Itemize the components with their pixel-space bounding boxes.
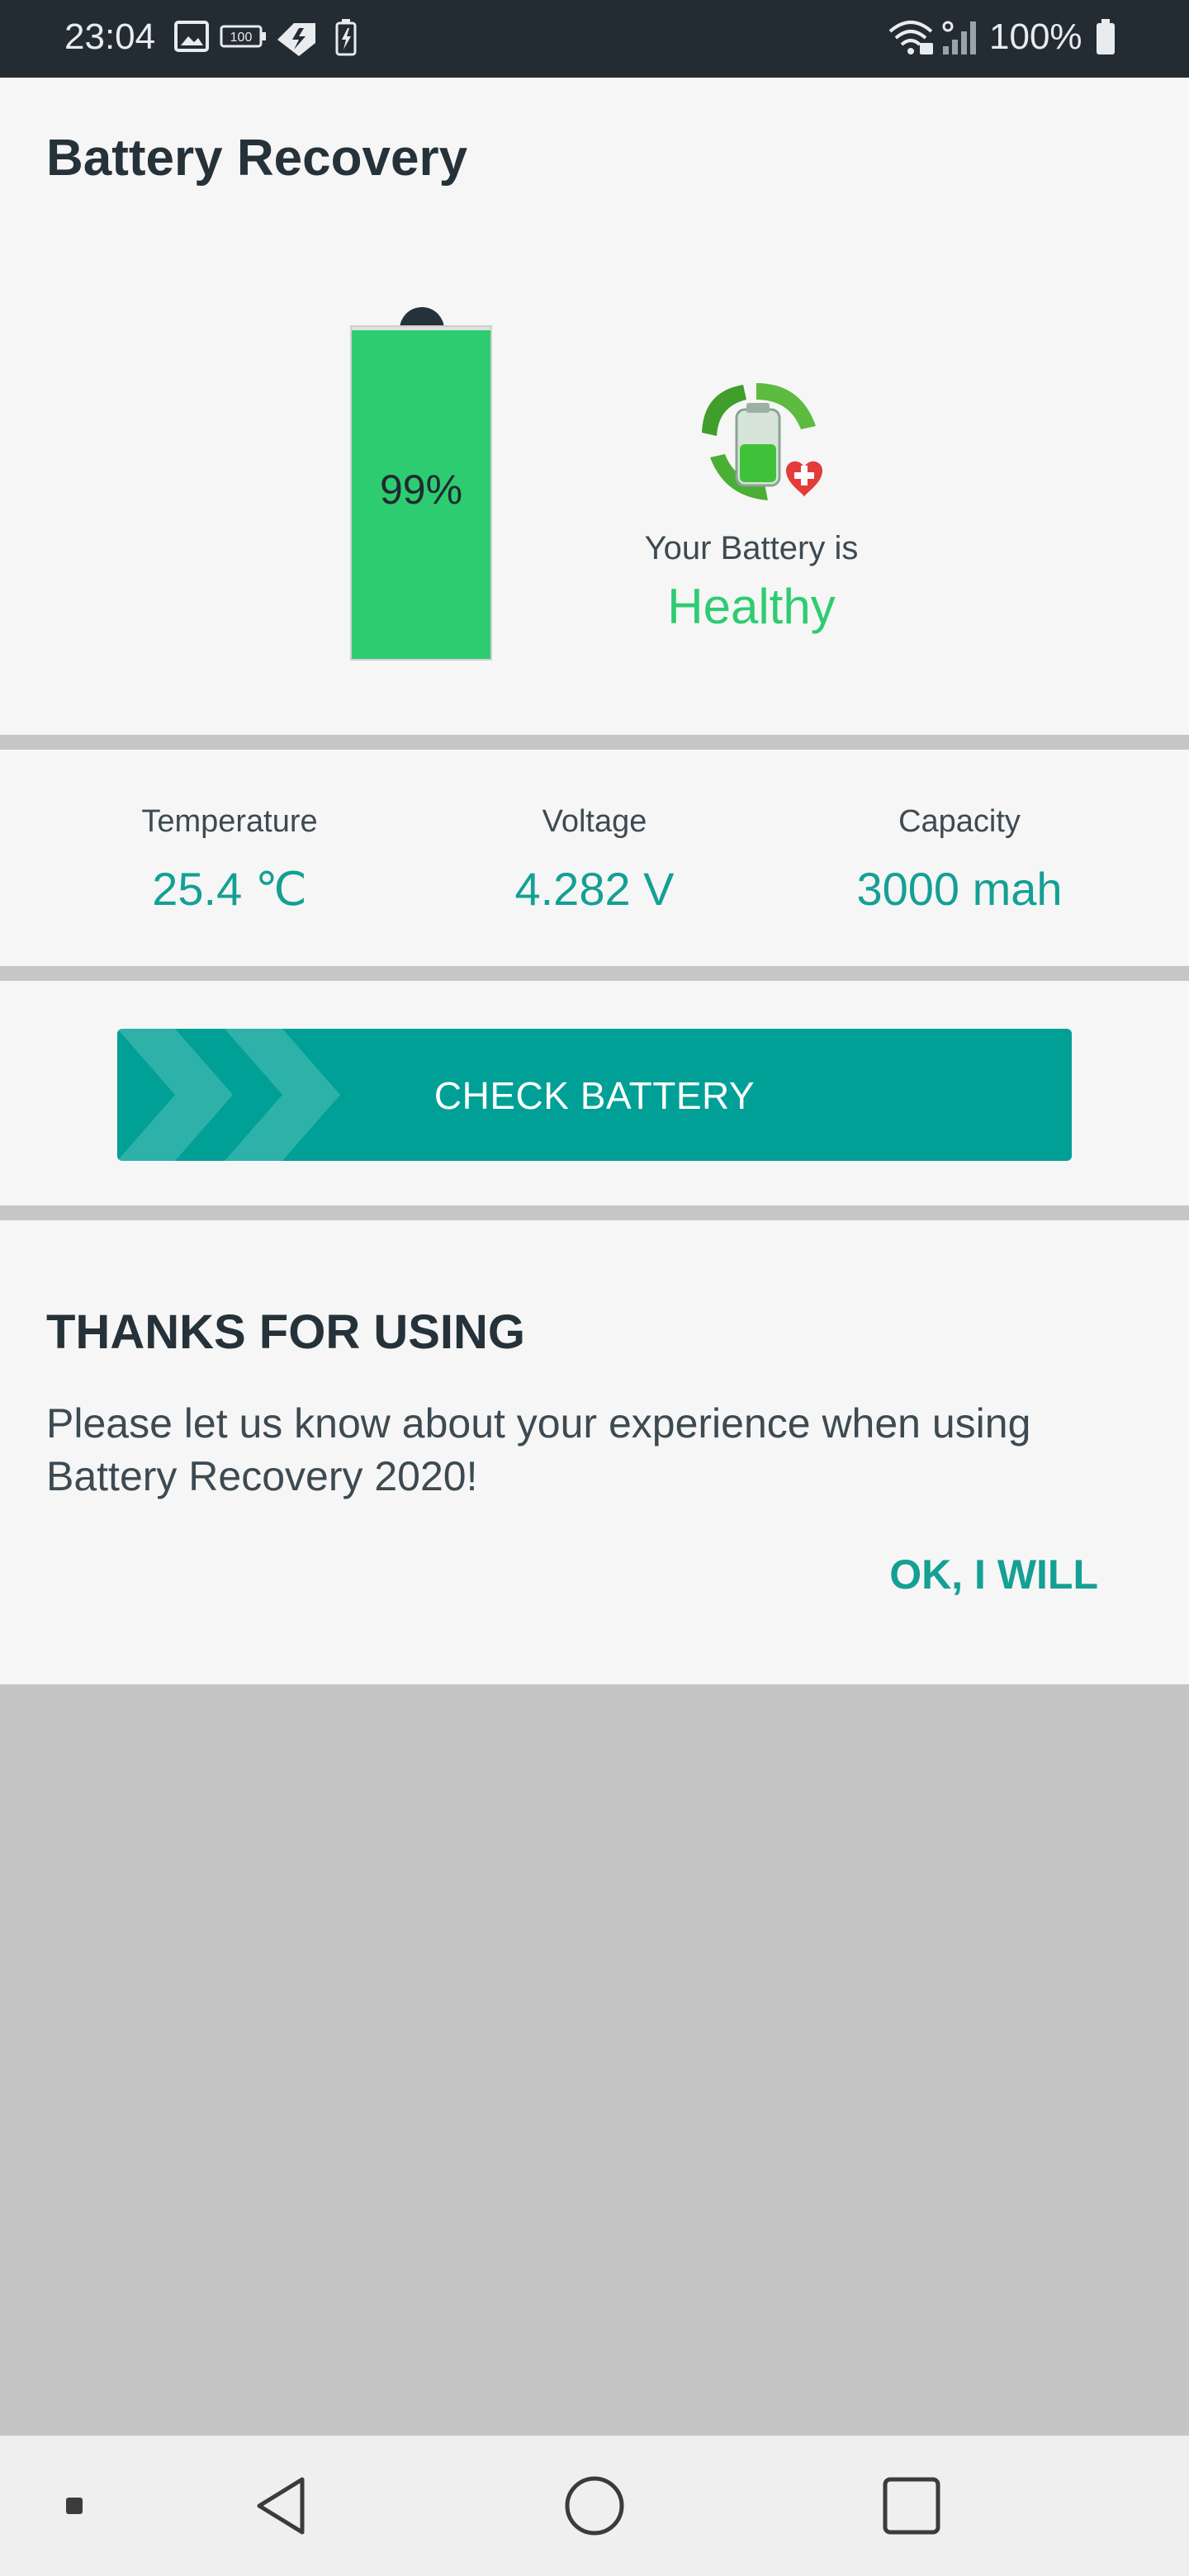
status-time: 23:04 bbox=[64, 17, 156, 57]
battery-full-icon bbox=[1093, 18, 1118, 60]
check-battery-label: CHECK BATTERY bbox=[433, 1074, 756, 1117]
wifi-icon bbox=[887, 18, 935, 62]
capacity-value: 3000 mah bbox=[856, 863, 1063, 915]
battery-100-icon: 100 bbox=[220, 18, 268, 59]
main-content: Battery Recovery 99% Your Battery is Hea… bbox=[0, 78, 1189, 1684]
divider bbox=[0, 1205, 1189, 1220]
thanks-title: THANKS FOR USING bbox=[46, 1305, 525, 1359]
home-circle-icon bbox=[565, 2476, 624, 2536]
battery-charging-icon bbox=[334, 18, 358, 60]
battery-status-label: Your Battery is bbox=[644, 530, 859, 566]
temperature-value: 25.4 ℃ bbox=[152, 863, 307, 915]
action-panel: CHECK BATTERY bbox=[0, 981, 1189, 1205]
page-title: Battery Recovery bbox=[46, 130, 468, 187]
back-button[interactable] bbox=[239, 2436, 322, 2576]
battery-overview-panel: Battery Recovery 99% Your Battery is Hea… bbox=[0, 78, 1189, 735]
battery-recycle-heart-icon bbox=[685, 375, 827, 515]
capacity-label: Capacity bbox=[898, 804, 1021, 839]
divider bbox=[0, 735, 1189, 750]
battery-status-value: Healthy bbox=[667, 579, 836, 634]
status-battery-percent: 100% bbox=[989, 17, 1082, 57]
svg-text:100: 100 bbox=[230, 31, 253, 45]
back-triangle-icon bbox=[257, 2477, 305, 2535]
home-button[interactable] bbox=[553, 2436, 636, 2576]
battery-body: 99% bbox=[350, 325, 492, 661]
tag-bolt-icon bbox=[274, 18, 320, 62]
ok-i-will-button[interactable]: OK, I WILL bbox=[889, 1551, 1098, 1598]
voltage-value: 4.282 V bbox=[514, 863, 675, 915]
battery-gauge: 99% bbox=[350, 307, 492, 661]
thanks-message: Please let us know about your experience… bbox=[46, 1400, 1031, 1499]
thanks-dialog: THANKS FOR USING Please let us know abou… bbox=[0, 1220, 1189, 1684]
divider bbox=[0, 966, 1189, 981]
battery-stats-panel: Temperature 25.4 ℃ Voltage 4.282 V Capac… bbox=[0, 750, 1189, 966]
voltage-label: Voltage bbox=[542, 804, 647, 839]
recents-button[interactable] bbox=[870, 2436, 953, 2576]
signal-icon bbox=[940, 18, 981, 62]
recents-square-icon bbox=[883, 2477, 940, 2535]
recent-dot-button[interactable] bbox=[50, 2436, 99, 2576]
image-icon bbox=[173, 18, 210, 59]
battery-level-text: 99% bbox=[379, 466, 463, 513]
status-bar: 23:04 100 100% bbox=[0, 0, 1189, 78]
navigation-bar bbox=[0, 2436, 1189, 2576]
temperature-label: Temperature bbox=[141, 804, 318, 839]
square-dot-icon bbox=[66, 2498, 83, 2514]
check-battery-button[interactable]: CHECK BATTERY bbox=[117, 1029, 1072, 1161]
